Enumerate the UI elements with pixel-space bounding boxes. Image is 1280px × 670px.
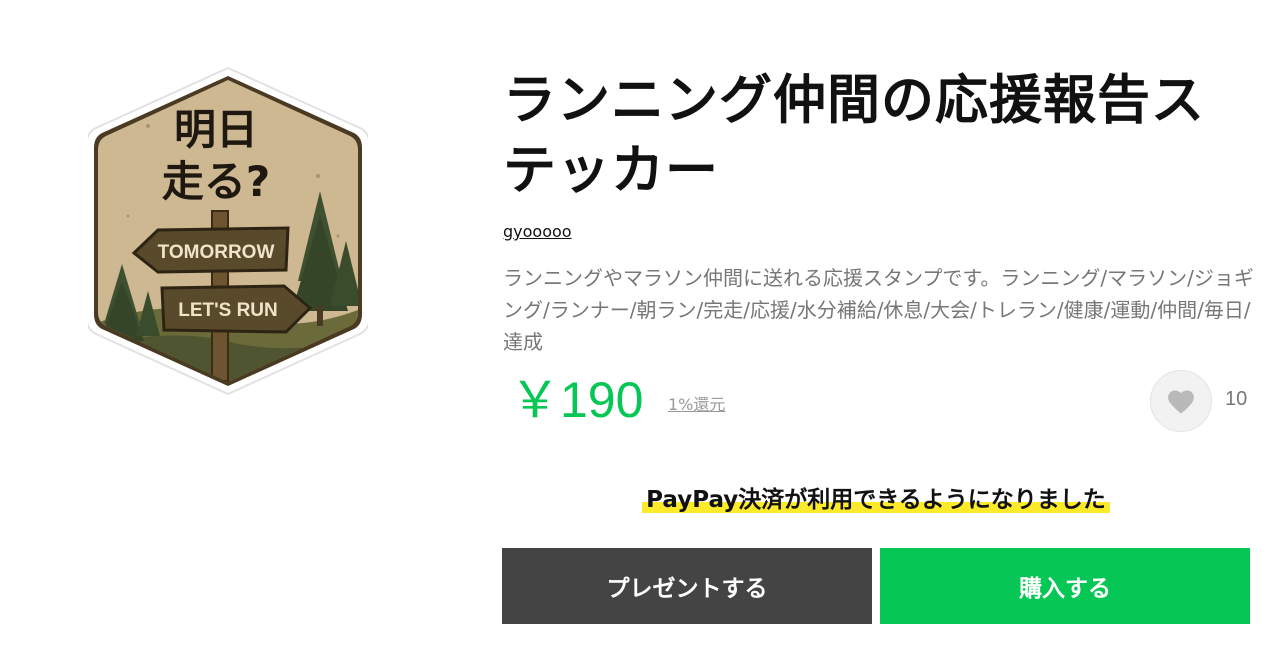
product-description: ランニングやマラソン仲間に送れる応援スタンプです。ランニング/マラソン/ジョギン…: [503, 266, 1254, 354]
sticker-text-line1: 明日: [174, 105, 258, 154]
gift-button[interactable]: プレゼントする: [502, 548, 872, 624]
paypay-notice-text: PayPay決済が利用できるようになりました: [642, 487, 1110, 513]
favorite-button[interactable]: [1150, 370, 1212, 432]
product-price: ￥190: [510, 372, 644, 428]
buy-button[interactable]: 購入する: [880, 548, 1250, 624]
favorite-count: 10: [1225, 388, 1248, 410]
product-title: ランニング仲間の応援報告ステッカー: [503, 70, 1205, 201]
author-link[interactable]: gyooooo: [503, 222, 572, 241]
cashback-link[interactable]: 1%還元: [668, 391, 725, 415]
sign-text-tomorrow: TOMORROW: [158, 242, 275, 263]
sticker-text-line2: 走る?: [162, 157, 270, 206]
sign-text-lets-run: LET'S RUN: [178, 300, 278, 321]
sticker-image: 明日 走る? TOMORROW LET'S RUN: [88, 66, 368, 396]
paypay-notice: PayPay決済が利用できるようになりました: [502, 480, 1250, 514]
heart-icon: [1168, 389, 1194, 414]
